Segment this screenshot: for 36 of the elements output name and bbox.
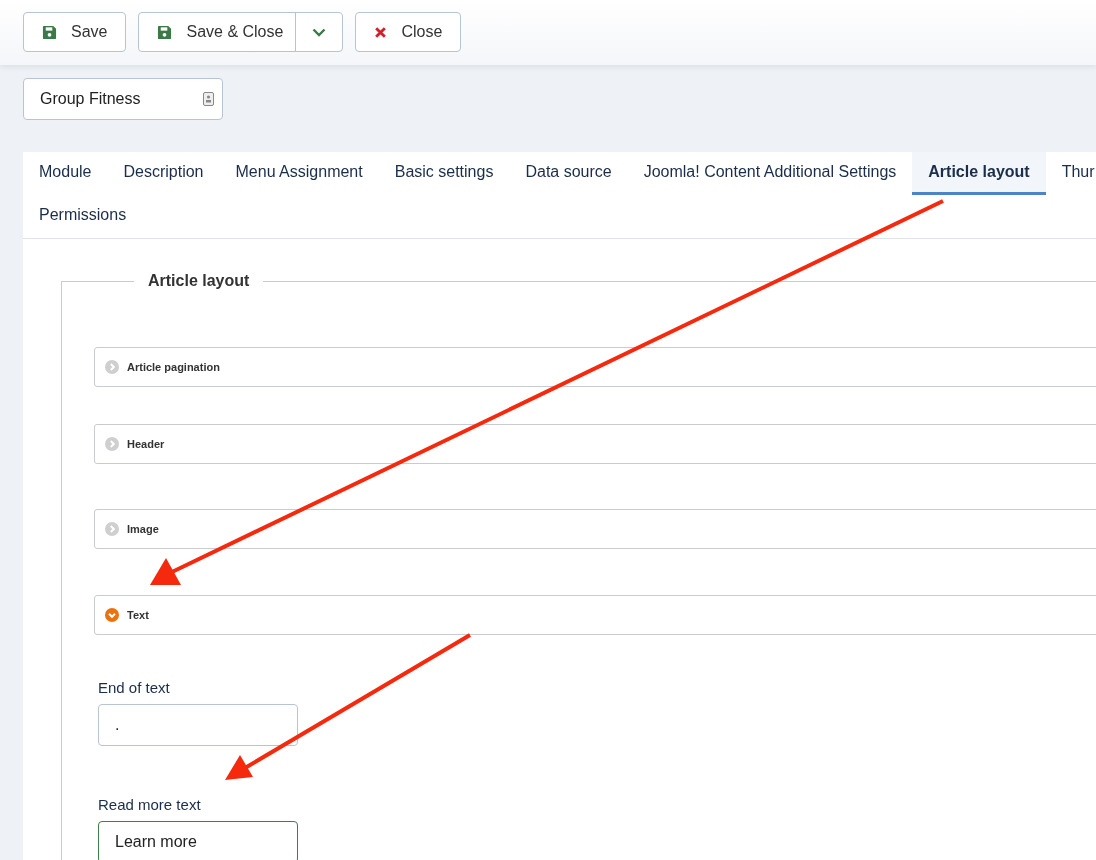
tab[interactable]: Thur: [1045, 152, 1096, 195]
accordion-header[interactable]: Image: [94, 509, 1096, 549]
accordion-title: Header: [127, 438, 165, 450]
save-icon: [42, 24, 57, 40]
tab[interactable]: Module: [23, 152, 108, 195]
accordion-header[interactable]: Text: [94, 595, 1096, 635]
save-icon: [157, 24, 173, 40]
close-button[interactable]: Close: [355, 12, 462, 52]
accordion-header[interactable]: Header: [94, 424, 1096, 464]
accordion-title: Text: [127, 609, 149, 621]
tab[interactable]: Description: [107, 152, 220, 195]
contact-card-icon: [203, 92, 214, 106]
tab[interactable]: Article layout: [912, 152, 1046, 195]
save-button[interactable]: Save: [23, 12, 127, 52]
accordion-title: Image: [127, 523, 159, 535]
tab[interactable]: Permissions: [23, 195, 143, 238]
save-close-split-button[interactable]: Save & Close: [138, 12, 344, 52]
accordion-title: Article pagination: [127, 361, 220, 373]
title-field[interactable]: Group Fitness: [23, 78, 223, 120]
chevron-down-icon: [312, 27, 327, 37]
field-label: Read more text: [98, 796, 202, 813]
tab[interactable]: Basic settings: [378, 152, 510, 195]
chevron-right-circle-icon: [105, 522, 119, 536]
text-field[interactable]: Learn more: [98, 821, 298, 860]
save-close-button[interactable]: Save & Close: [139, 13, 297, 51]
chevron-down-circle-icon: [105, 608, 119, 622]
chevron-right-circle-icon: [105, 360, 119, 374]
tab[interactable]: Menu Assignment: [219, 152, 379, 195]
text-field[interactable]: .: [98, 704, 298, 746]
field-label: End of text: [98, 679, 171, 696]
close-icon: [374, 25, 388, 39]
tab[interactable]: Joomla! Content Additional Settings: [627, 152, 913, 195]
chevron-right-circle-icon: [105, 437, 119, 451]
fieldset-legend: Article layout: [134, 272, 264, 290]
accordion-header[interactable]: Article pagination: [94, 347, 1096, 387]
tab[interactable]: Data source: [509, 152, 628, 195]
